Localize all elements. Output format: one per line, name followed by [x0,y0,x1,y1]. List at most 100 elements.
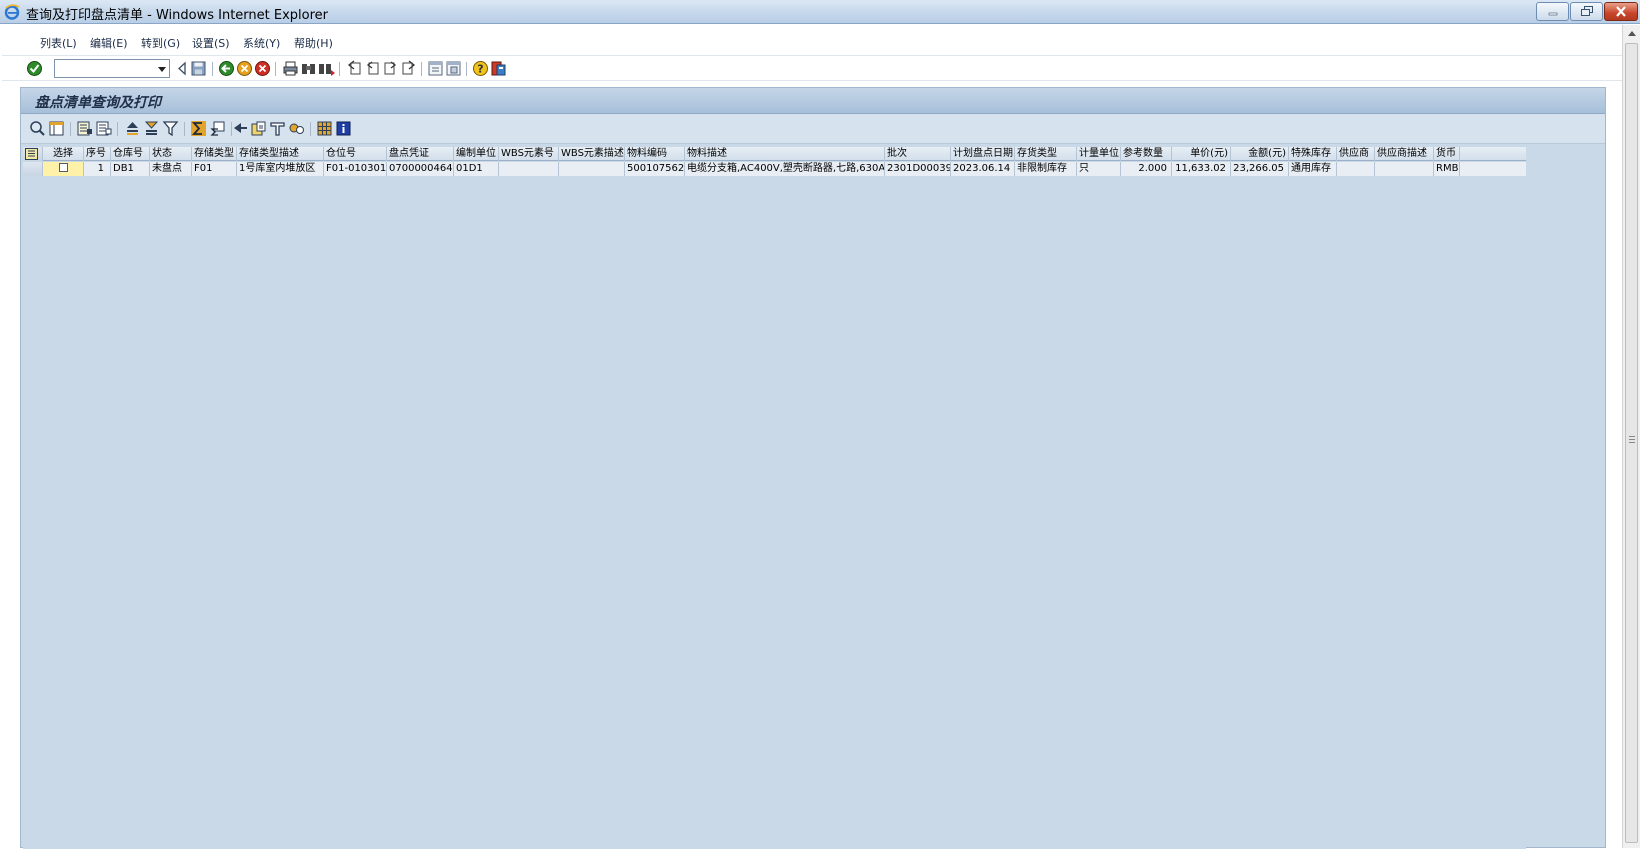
find-next-icon[interactable] [318,60,335,77]
first-page-icon[interactable] [346,60,363,77]
print-preview-icon[interactable] [232,120,249,137]
col-header-material-desc[interactable]: 物料描述 [685,147,885,161]
previous-page-icon[interactable] [364,60,381,77]
grip-icon [1629,436,1635,437]
deselect-all-icon[interactable] [95,120,112,137]
print-icon[interactable] [282,60,299,77]
abc-analysis-icon[interactable] [288,120,305,137]
table-row[interactable]: 1 DB1 未盘点 F01 1号库室内堆放区 F01-010301 070000… [23,162,1526,176]
column-layout-icon [25,148,38,160]
row-select-checkbox[interactable] [58,162,68,172]
row-select-checkbox-cell[interactable] [43,162,84,176]
col-header-org-unit[interactable]: 编制单位 [454,147,499,161]
scrollbar-thumb[interactable] [1625,43,1638,843]
col-header-special-stock[interactable]: 特殊库存 [1289,147,1337,161]
toolbar-separator [184,122,185,136]
toolbar-separator [212,62,213,76]
col-header-storage-type[interactable]: 存储类型 [192,147,237,161]
close-button[interactable] [1604,2,1638,21]
page-content: 列表(L) 编辑(E) 转到(G) 设置(S) 系统(Y) 帮助(H) ? 盘点… [2,25,1622,849]
col-header-unit[interactable]: 计量单位 [1077,147,1121,161]
col-header-warehouse[interactable]: 仓库号 [111,147,150,161]
window-title: 查询及打印盘点清单 - Windows Internet Explorer [26,8,328,23]
cell-material-code: 500107562 [627,162,685,176]
back-icon[interactable] [174,60,191,77]
command-field[interactable] [54,59,170,78]
vertical-scrollbar[interactable] [1622,25,1640,848]
col-header-stock-type[interactable]: 存货类型 [1015,147,1077,161]
toolbar-separator [310,122,311,136]
toolbar-separator [70,122,71,136]
customize-layout-icon[interactable] [490,60,507,77]
col-header-vendor-desc[interactable]: 供应商描述 [1375,147,1434,161]
select-all-icon[interactable] [76,120,93,137]
col-header-batch[interactable]: 批次 [885,147,951,161]
col-header-unit-price[interactable]: 单价(元) [1172,147,1231,161]
col-header-material-code[interactable]: 物料编码 [625,147,685,161]
export-icon[interactable] [250,120,267,137]
mail-icon[interactable] [269,120,286,137]
col-header-vendor[interactable]: 供应商 [1337,147,1375,161]
window-title-bar: 查询及打印盘点清单 - Windows Internet Explorer [0,0,1640,24]
details-icon[interactable] [29,120,46,137]
restore-button[interactable] [1570,2,1603,21]
scroll-up-arrow-icon[interactable] [1628,31,1636,36]
col-header-status[interactable]: 状态 [150,147,192,161]
menu-bar: 列表(L) 编辑(E) 转到(G) 设置(S) 系统(Y) 帮助(H) [2,33,1622,53]
menu-system[interactable]: 系统(Y) [243,35,280,51]
save-icon[interactable] [190,60,207,77]
information-icon[interactable] [335,120,352,137]
cell-planned-date: 2023.06.14 [951,162,1015,176]
toolbar-separator [421,62,422,76]
col-header-ref-qty[interactable]: 参考数量 [1121,147,1172,161]
chevron-down-icon[interactable] [158,67,166,72]
col-header-bin[interactable]: 仓位号 [324,147,387,161]
create-session-icon[interactable] [427,60,444,77]
cell-stock-type: 非限制库存 [1015,162,1077,176]
select-layout-icon[interactable] [48,120,65,137]
green-back-icon[interactable] [218,60,235,77]
col-header-seq[interactable]: 序号 [84,147,111,161]
col-header-currency[interactable]: 货币 [1434,147,1460,161]
next-page-icon[interactable] [382,60,399,77]
sum-icon[interactable] [190,120,207,137]
application-toolbar [21,114,1605,144]
menu-help[interactable]: 帮助(H) [294,35,333,51]
system-toolbar: ? [2,55,1622,81]
cell-bin: F01-010301 [326,162,387,176]
help-icon[interactable]: ? [472,60,489,77]
cell-unit-price: 11,633.02 [1172,162,1231,176]
cell-storage-type-desc: 1号库室内堆放区 [237,162,324,176]
menu-settings[interactable]: 设置(S) [192,35,230,51]
last-page-icon[interactable] [400,60,417,77]
filter-icon[interactable] [162,120,179,137]
cancel-icon[interactable] [254,60,271,77]
cell-inventory-doc: 0700000464 [389,162,454,176]
find-icon[interactable] [300,60,317,77]
sort-descending-icon[interactable] [143,120,160,137]
menu-edit[interactable]: 编辑(E) [90,35,128,51]
subtotal-icon[interactable] [209,120,226,137]
shortcut-icon[interactable] [445,60,462,77]
exit-icon[interactable] [236,60,253,77]
grid-settings-cell[interactable] [23,147,43,161]
col-header-storage-type-desc[interactable]: 存储类型描述 [237,147,324,161]
col-header-select[interactable]: 选择 [43,147,84,161]
enter-icon[interactable] [26,60,43,77]
application-panel: 盘点清单查询及打印 选择 序号 仓库号 状态 存储类型 存储类型描述 仓位号 盘… [20,87,1606,849]
cell-special-stock: 通用库存 [1289,162,1337,176]
col-header-wbs-no[interactable]: WBS元素号 [499,147,559,161]
toolbar-separator [339,62,340,76]
minimize-button[interactable] [1536,2,1569,21]
menu-list[interactable]: 列表(L) [40,35,77,51]
sort-ascending-icon[interactable] [124,120,141,137]
svg-text:?: ? [477,63,483,76]
col-header-inventory-doc[interactable]: 盘点凭证 [387,147,454,161]
col-header-wbs-desc[interactable]: WBS元素描述 [559,147,625,161]
row-selector[interactable] [23,162,43,176]
col-header-amount[interactable]: 金额(元) [1231,147,1289,161]
col-header-planned-date[interactable]: 计划盘点日期 [951,147,1015,161]
cell-amount: 23,266.05 [1231,162,1289,176]
menu-goto[interactable]: 转到(G) [141,35,180,51]
change-layout-icon[interactable] [316,120,333,137]
